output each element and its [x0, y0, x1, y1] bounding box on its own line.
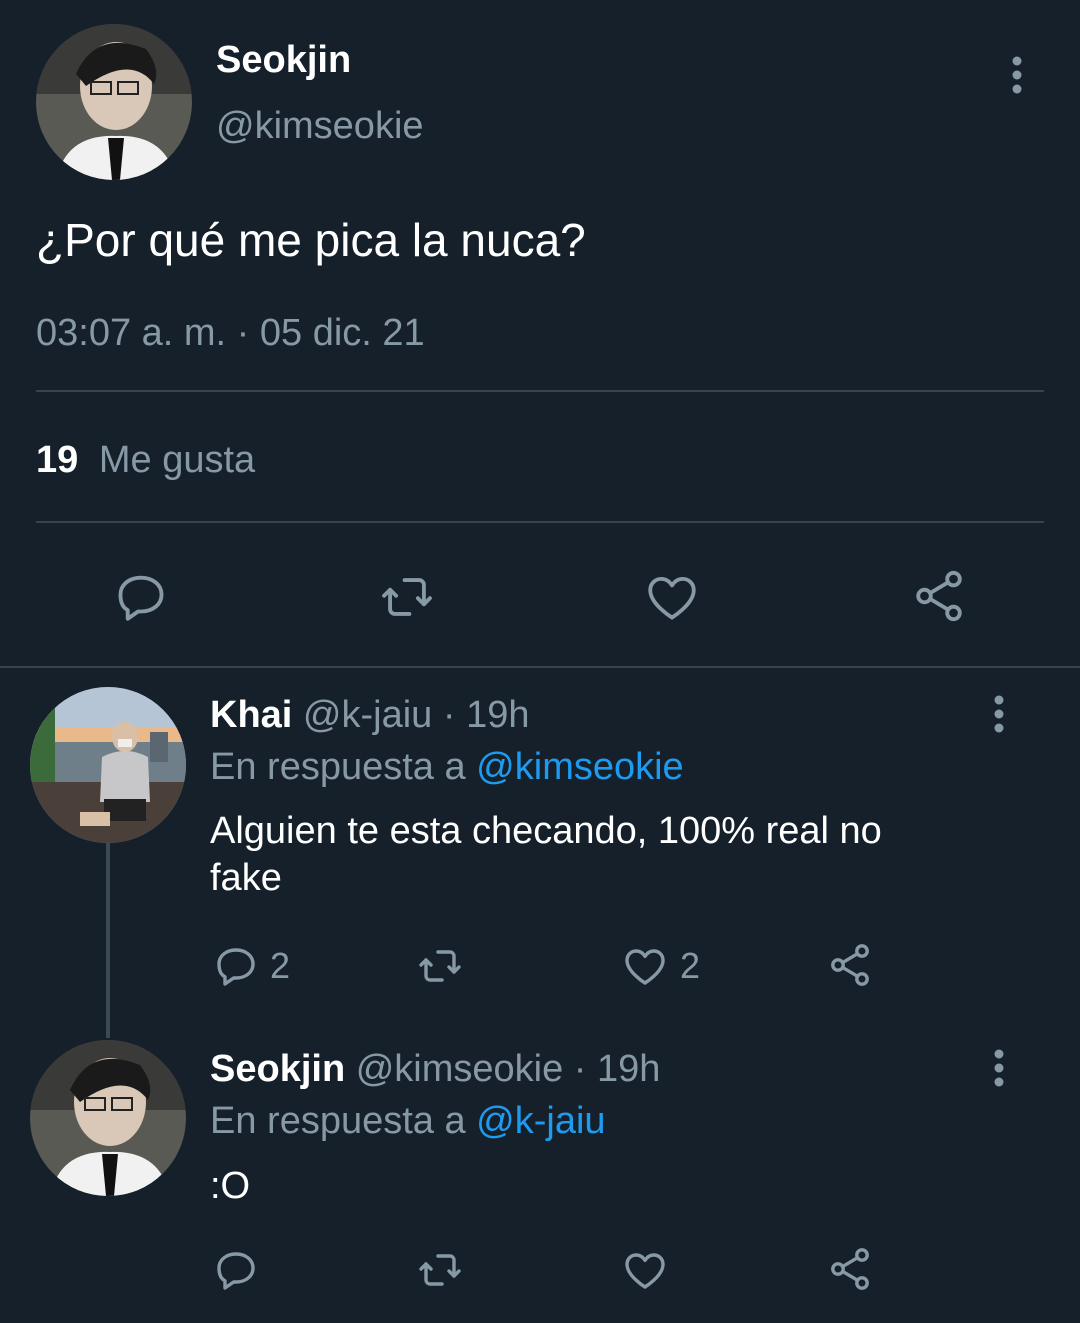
reply-header: Khai @k-jaiu · 19h — [210, 692, 529, 738]
more-vertical-icon[interactable] — [1004, 54, 1030, 98]
like-icon — [620, 942, 670, 990]
reply-action-like[interactable]: 2 — [620, 942, 700, 990]
reply-text: :O — [210, 1165, 251, 1207]
reply-mention-link[interactable]: @kimseokie — [476, 746, 684, 788]
more-vertical-icon[interactable] — [986, 1048, 1012, 1088]
reply-action-reply[interactable]: 2 — [212, 942, 290, 990]
like-count: 2 — [680, 945, 701, 986]
share-icon[interactable] — [910, 566, 968, 626]
likes-label: Me gusta — [98, 439, 256, 481]
reply-context: En respuesta a @k-jaiu — [210, 1098, 606, 1144]
reply-icon — [212, 942, 260, 990]
reply-meta[interactable]: @kimseokie · 19h — [356, 1048, 661, 1090]
reply-text-line: Alguien te esta checando, 100% real no — [210, 810, 882, 852]
divider — [36, 521, 1044, 523]
tweet-text: ¿Por qué me pica la nuca? — [36, 214, 586, 266]
reply-prefix: En respuesta a — [210, 746, 466, 788]
author-handle[interactable]: @kimseokie — [216, 104, 424, 148]
share-icon[interactable] — [826, 1244, 874, 1294]
reply-author-name[interactable]: Khai — [210, 694, 292, 736]
reply-text: Alguien te esta checando, 100% real no f… — [210, 808, 882, 902]
reply-header: Seokjin @kimseokie · 19h — [210, 1046, 660, 1092]
divider — [36, 390, 1044, 392]
thread-line — [106, 842, 110, 1038]
reply-mention-link[interactable]: @k-jaiu — [476, 1100, 605, 1142]
reply-author-name[interactable]: Seokjin — [210, 1048, 345, 1090]
likes-count: 19 — [36, 439, 79, 481]
reply-meta[interactable]: @k-jaiu · 19h — [303, 694, 530, 736]
reply-prefix: En respuesta a — [210, 1100, 466, 1142]
tweet-timestamp[interactable]: 03:07 a. m. · 05 dic. 21 — [36, 310, 425, 356]
reply-count: 2 — [270, 945, 291, 986]
author-avatar[interactable] — [36, 24, 192, 180]
reply-icon[interactable] — [112, 568, 170, 626]
retweet-icon[interactable] — [413, 1246, 467, 1294]
more-vertical-icon[interactable] — [986, 694, 1012, 734]
retweet-icon[interactable] — [413, 942, 467, 990]
like-icon[interactable] — [620, 1246, 670, 1294]
likes-stat[interactable]: 19 Me gusta — [36, 438, 255, 482]
divider — [0, 666, 1080, 668]
share-icon[interactable] — [826, 940, 874, 990]
reply-icon[interactable] — [212, 1246, 260, 1294]
retweet-icon[interactable] — [376, 568, 438, 626]
reply-context: En respuesta a @kimseokie — [210, 744, 684, 790]
like-icon[interactable] — [643, 568, 701, 626]
reply-avatar[interactable] — [30, 1040, 186, 1196]
reply-avatar[interactable] — [30, 687, 186, 843]
reply-text-line: fake — [210, 857, 282, 899]
author-name[interactable]: Seokjin — [216, 38, 351, 82]
